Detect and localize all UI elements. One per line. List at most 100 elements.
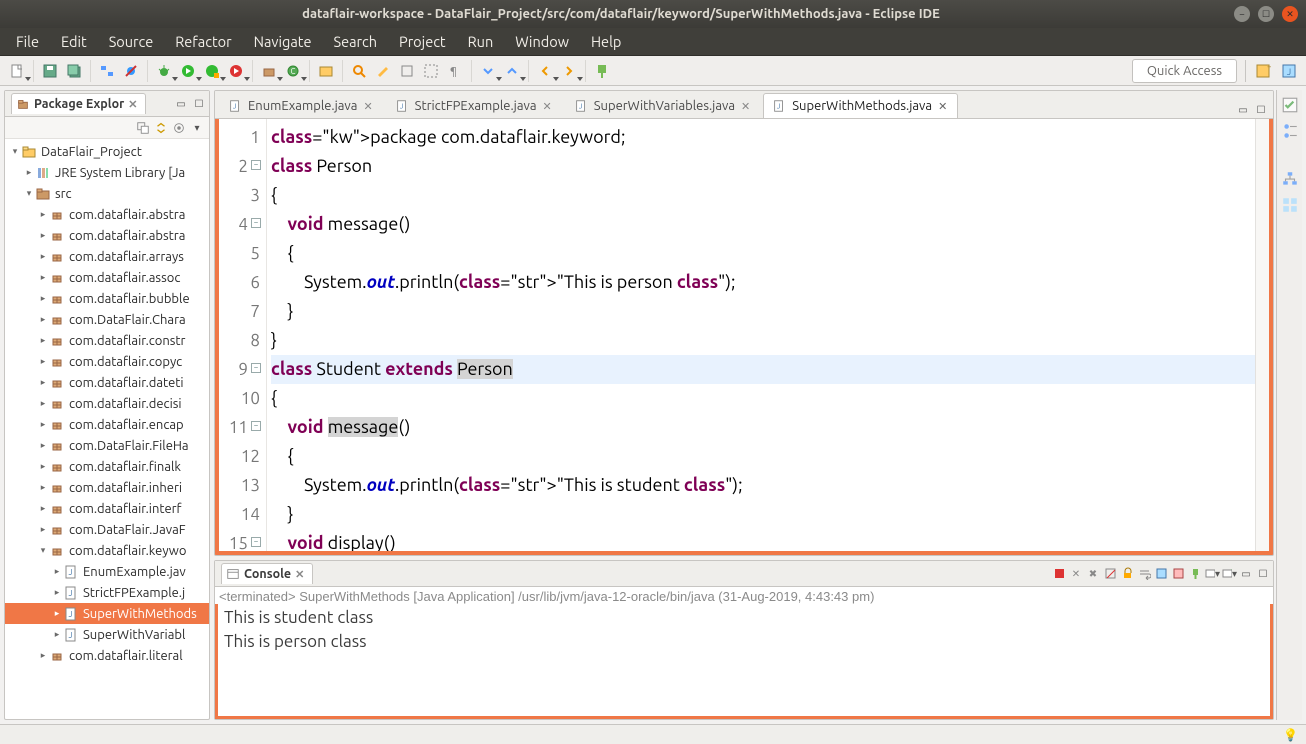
- tree-pkg-13[interactable]: ▸com.dataflair.inheri: [5, 477, 209, 498]
- menu-help[interactable]: Help: [581, 29, 631, 54]
- view-menu-button[interactable]: ▾: [189, 120, 205, 136]
- editor-tab-0[interactable]: JEnumExample.java✕: [219, 93, 384, 118]
- tab-close-icon[interactable]: ✕: [741, 100, 750, 113]
- tree-pkg-8[interactable]: ▸com.dataflair.dateti: [5, 372, 209, 393]
- new-button[interactable]: [6, 60, 28, 82]
- tree-file-3[interactable]: ▸JSuperWithVariabl: [5, 624, 209, 645]
- tree-jre[interactable]: ▸JRE System Library [Ja: [5, 162, 209, 183]
- quick-access-input[interactable]: Quick Access: [1132, 59, 1237, 83]
- console-close-icon[interactable]: ✕: [295, 568, 304, 581]
- tree-pkg-4[interactable]: ▸com.dataflair.bubble: [5, 288, 209, 309]
- tree-pkg-6[interactable]: ▸com.dataflair.constr: [5, 330, 209, 351]
- save-all-button[interactable]: [63, 60, 85, 82]
- hierarchy-icon[interactable]: [1281, 170, 1299, 188]
- menu-project[interactable]: Project: [389, 29, 456, 54]
- console-output[interactable]: This is student classThis is person clas…: [215, 604, 1273, 719]
- tree-file-2[interactable]: ▸JSuperWithMethods: [5, 603, 209, 624]
- toggle-mark-button[interactable]: [396, 60, 418, 82]
- show-whitespace-button[interactable]: ¶: [444, 60, 466, 82]
- back-button[interactable]: [534, 60, 556, 82]
- tab-close-icon[interactable]: ✕: [938, 100, 947, 113]
- tree-pkg-9[interactable]: ▸com.dataflair.decisi: [5, 393, 209, 414]
- prev-annotation-button[interactable]: [501, 60, 523, 82]
- editor-maximize-button[interactable]: ☐: [1253, 102, 1269, 118]
- focus-task-button[interactable]: [171, 120, 187, 136]
- forward-button[interactable]: [558, 60, 580, 82]
- view-close-icon[interactable]: ✕: [128, 98, 137, 111]
- remove-launch-button[interactable]: ✕: [1068, 566, 1084, 582]
- tab-close-icon[interactable]: ✕: [363, 100, 372, 113]
- overview-ruler[interactable]: [1255, 119, 1269, 551]
- menu-file[interactable]: File: [6, 29, 49, 54]
- menu-edit[interactable]: Edit: [51, 29, 97, 54]
- link-editor-button[interactable]: [153, 120, 169, 136]
- tree-pkg-14[interactable]: ▸com.dataflair.interf: [5, 498, 209, 519]
- scroll-lock-button[interactable]: [1119, 566, 1135, 582]
- word-wrap-button[interactable]: [1136, 566, 1152, 582]
- outline-icon[interactable]: [1281, 122, 1299, 140]
- annotate-button[interactable]: [372, 60, 394, 82]
- open-console-button[interactable]: +▾: [1221, 566, 1237, 582]
- skip-breakpoints-button[interactable]: [120, 60, 142, 82]
- pin-button[interactable]: [591, 60, 613, 82]
- tree-project[interactable]: ▾DataFlair_Project: [5, 141, 209, 162]
- block-select-button[interactable]: [420, 60, 442, 82]
- pin-console-button[interactable]: [1187, 566, 1203, 582]
- console-tab[interactable]: Console ✕: [221, 563, 313, 584]
- remove-all-button[interactable]: ✖: [1085, 566, 1101, 582]
- ext-tools-button[interactable]: [225, 60, 247, 82]
- code-editor[interactable]: 12−34−56789−1011−12131415− class="kw">pa…: [215, 119, 1273, 555]
- terminate-button[interactable]: [1051, 566, 1067, 582]
- open-type-button[interactable]: [315, 60, 337, 82]
- collapse-all-button[interactable]: [135, 120, 151, 136]
- console-maximize-button[interactable]: ☐: [1255, 566, 1271, 582]
- close-button[interactable]: ✕: [1282, 6, 1298, 22]
- tree-file-0[interactable]: ▸JEnumExample.jav: [5, 561, 209, 582]
- java-perspective-button[interactable]: J: [1278, 60, 1300, 82]
- view-minimize-button[interactable]: ▭: [173, 96, 189, 112]
- tree-file-1[interactable]: ▸JStrictFPExample.j: [5, 582, 209, 603]
- menu-source[interactable]: Source: [99, 29, 164, 54]
- tree-pkg-5[interactable]: ▸com.DataFlair.Chara: [5, 309, 209, 330]
- menu-window[interactable]: Window: [505, 29, 579, 54]
- view-maximize-button[interactable]: ☐: [191, 96, 207, 112]
- editor-minimize-button[interactable]: ▭: [1235, 102, 1251, 118]
- menu-navigate[interactable]: Navigate: [244, 29, 322, 54]
- run-button[interactable]: [177, 60, 199, 82]
- tree-pkg-1[interactable]: ▸com.dataflair.abstra: [5, 225, 209, 246]
- tree-pkg-11[interactable]: ▸com.DataFlair.FileHa: [5, 435, 209, 456]
- editor-tab-1[interactable]: JStrictFPExample.java✕: [386, 93, 563, 118]
- show-on-output-button[interactable]: [1153, 566, 1169, 582]
- menu-search[interactable]: Search: [323, 29, 387, 54]
- tree-pkg-7[interactable]: ▸com.dataflair.copyc: [5, 351, 209, 372]
- maximize-button[interactable]: ☐: [1258, 6, 1274, 22]
- editor-tab-3[interactable]: JSuperWithMethods.java✕: [763, 93, 958, 118]
- editor-tab-2[interactable]: JSuperWithVariables.java✕: [565, 93, 762, 118]
- tree-pkg-10[interactable]: ▸com.dataflair.encap: [5, 414, 209, 435]
- toggle-breadcrumb-button[interactable]: [96, 60, 118, 82]
- tree-pkg-0[interactable]: ▸com.dataflair.abstra: [5, 204, 209, 225]
- menu-run[interactable]: Run: [458, 29, 504, 54]
- debug-button[interactable]: [153, 60, 175, 82]
- tree-pkg-tail[interactable]: ▸com.dataflair.literal: [5, 645, 209, 666]
- tree-pkg-2[interactable]: ▸com.dataflair.arrays: [5, 246, 209, 267]
- tree-pkg-15[interactable]: ▸com.DataFlair.JavaF: [5, 519, 209, 540]
- clear-console-button[interactable]: [1102, 566, 1118, 582]
- tree-pkg-3[interactable]: ▸com.dataflair.assoc: [5, 267, 209, 288]
- menu-refactor[interactable]: Refactor: [165, 29, 241, 54]
- coverage-button[interactable]: [201, 60, 223, 82]
- tab-close-icon[interactable]: ✕: [543, 100, 552, 113]
- tree-pkg-12[interactable]: ▸com.dataflair.finalk: [5, 456, 209, 477]
- package-explorer-tab[interactable]: Package Explor ✕: [11, 93, 146, 114]
- tasks-icon[interactable]: [1281, 96, 1299, 114]
- code-content[interactable]: class="kw">package com.dataflair.keyword…: [267, 119, 1255, 551]
- minimize-button[interactable]: –: [1234, 6, 1250, 22]
- new-class-button[interactable]: C: [282, 60, 304, 82]
- tip-bulb-icon[interactable]: 💡: [1283, 728, 1298, 742]
- new-package-button[interactable]: [258, 60, 280, 82]
- display-console-button[interactable]: ▾: [1204, 566, 1220, 582]
- tree-pkg-open[interactable]: ▾com.dataflair.keywo: [5, 540, 209, 561]
- console-minimize-button[interactable]: ▭: [1238, 566, 1254, 582]
- project-tree[interactable]: ▾DataFlair_Project▸JRE System Library [J…: [5, 139, 209, 719]
- search-button[interactable]: [348, 60, 370, 82]
